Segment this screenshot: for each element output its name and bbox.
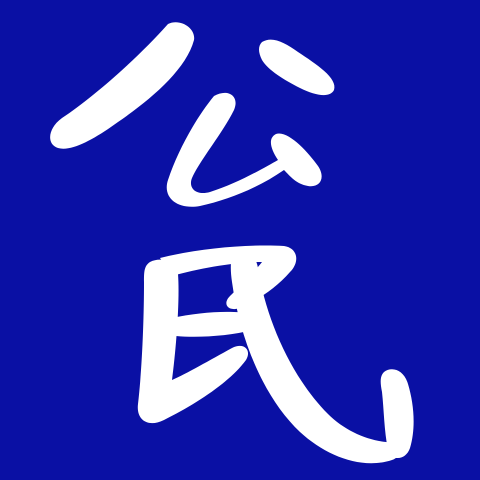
character-min — [137, 245, 414, 464]
calligraphy-logo — [50, 22, 414, 464]
logo-canvas — [0, 0, 480, 480]
character-gong — [50, 22, 335, 207]
